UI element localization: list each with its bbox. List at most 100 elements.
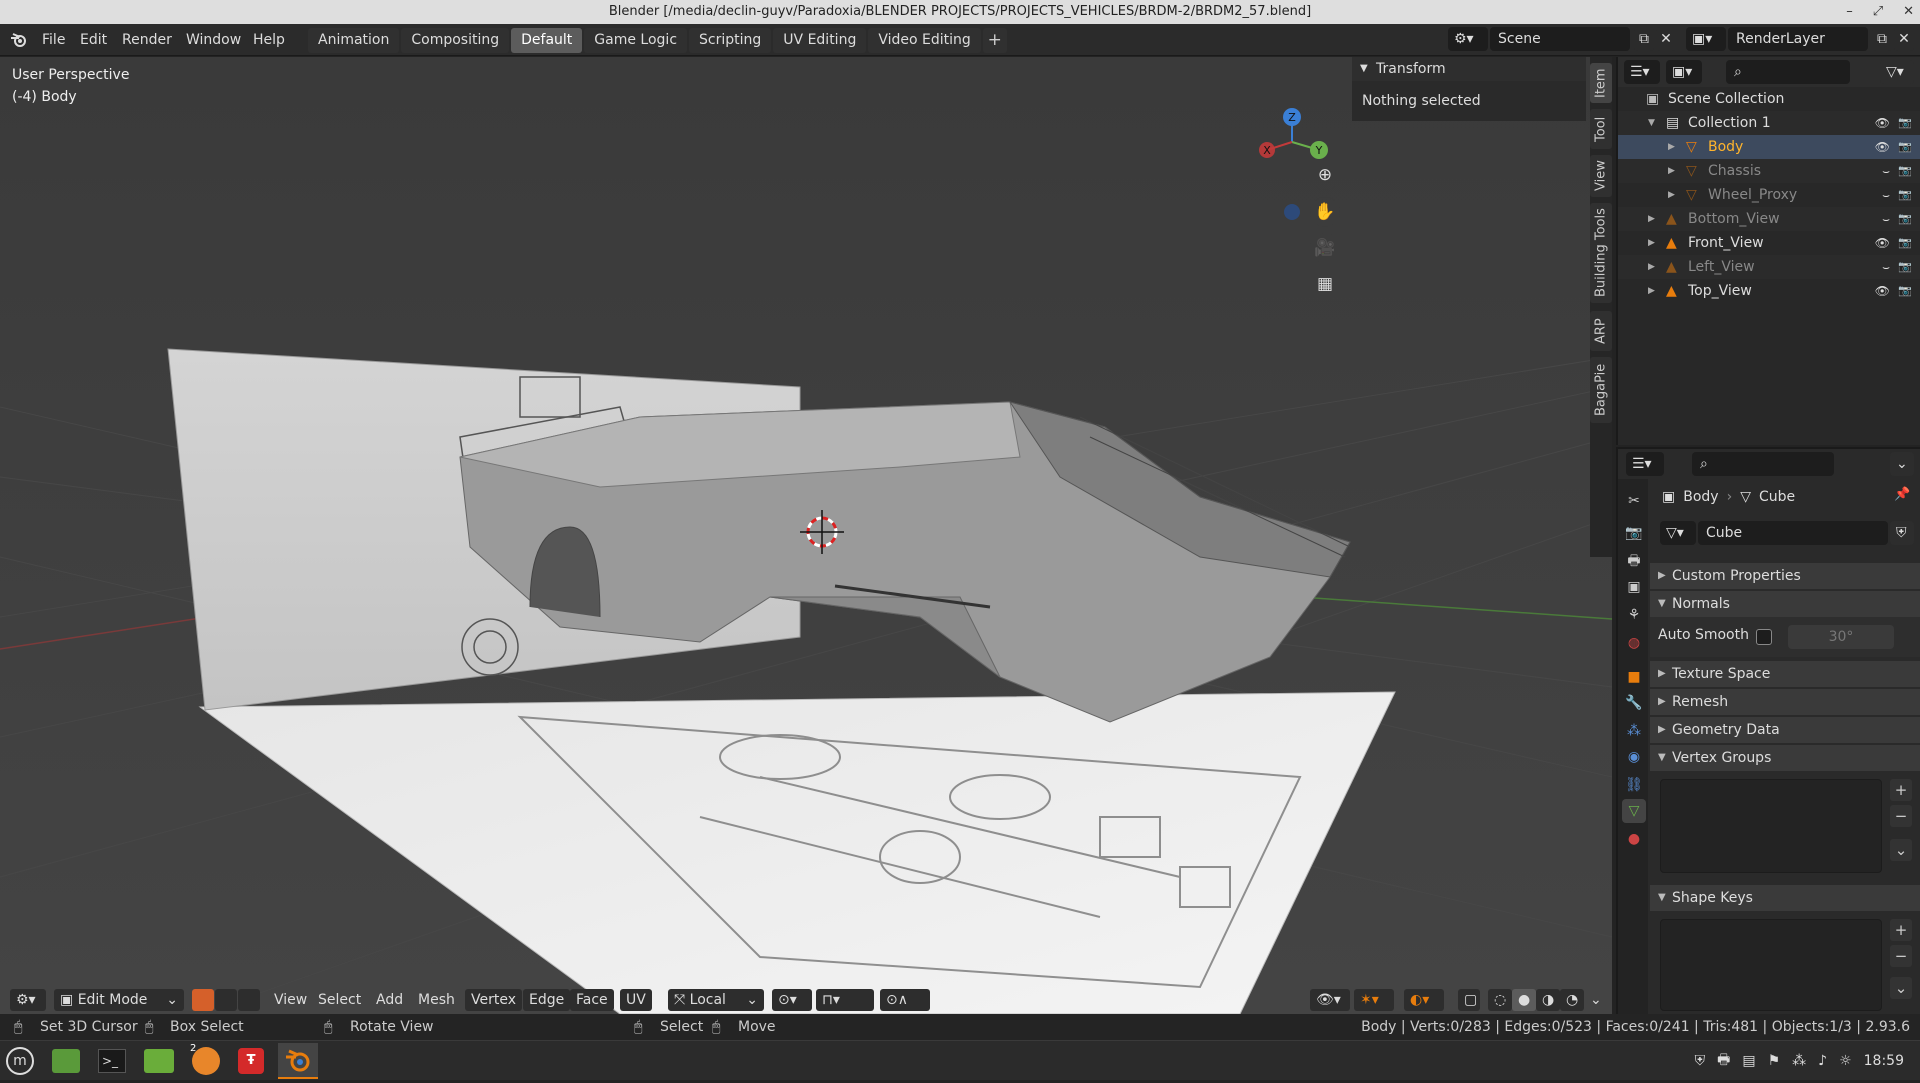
section-shape-keys[interactable]: ▼ Shape Keys: [1650, 885, 1920, 911]
header-menu-uv[interactable]: UV: [620, 989, 652, 1011]
tab-building-tools[interactable]: Building Tools: [1590, 203, 1612, 303]
outliner-row[interactable]: ▶ ▽ Wheel_Proxy ⌣ 📷: [1618, 183, 1920, 207]
wireframe-shading-icon[interactable]: ◌: [1488, 989, 1512, 1011]
eye-icon[interactable]: 👁: [1875, 111, 1890, 135]
outliner-search-input[interactable]: ⌕: [1726, 60, 1850, 84]
desktop-icon[interactable]: [52, 1049, 80, 1073]
add-vertex-group-button[interactable]: +: [1890, 779, 1912, 801]
rendered-shading-icon[interactable]: ◔: [1560, 989, 1584, 1011]
particles-tab-icon[interactable]: ⁂: [1622, 719, 1646, 743]
clock[interactable]: 18:59: [1864, 1053, 1904, 1069]
expand-arrow-icon[interactable]: ▶: [1648, 207, 1655, 231]
outliner-editor-type-icon[interactable]: ☰▾: [1624, 60, 1660, 84]
outliner-row[interactable]: ▶ ▽ Body 👁 📷: [1618, 135, 1920, 159]
renderlayer-name-field[interactable]: RenderLayer: [1728, 27, 1868, 51]
expand-arrow-icon[interactable]: ▶: [1648, 231, 1655, 255]
render-camera-icon[interactable]: 📷: [1898, 255, 1912, 279]
tool-tab-icon[interactable]: ✂: [1622, 489, 1646, 513]
pivot-icon[interactable]: ⊙▾: [772, 989, 812, 1011]
header-menu-select[interactable]: Select: [312, 989, 367, 1011]
editor-type-icon[interactable]: ⚙▾: [10, 989, 46, 1011]
renderlayer-close-icon[interactable]: ✕: [1894, 27, 1914, 51]
camera-icon[interactable]: 🎥: [1310, 233, 1340, 263]
add-shape-key-button[interactable]: +: [1890, 919, 1912, 941]
properties-editor-type-icon[interactable]: ☰▾: [1626, 452, 1664, 476]
section-normals[interactable]: ▼ Normals: [1650, 591, 1920, 617]
renderlayer-browse-icon[interactable]: ▣▾: [1686, 27, 1726, 51]
expand-arrow-icon[interactable]: ▼: [1648, 111, 1655, 135]
expand-arrow-icon[interactable]: ▶: [1648, 255, 1655, 279]
material-tab-icon[interactable]: ●: [1622, 827, 1646, 851]
header-menu-mesh[interactable]: Mesh: [412, 989, 461, 1011]
visibility-icon[interactable]: 👁▾: [1310, 989, 1350, 1011]
menu-launcher-icon[interactable]: m: [6, 1047, 34, 1075]
tab-uv-editing[interactable]: UV Editing: [773, 28, 867, 53]
datablock-browse-icon[interactable]: ▽▾: [1660, 521, 1696, 545]
section-remesh[interactable]: ▶ Remesh: [1650, 689, 1920, 715]
tab-bagapie[interactable]: BagaPie: [1590, 357, 1612, 423]
file-manager-icon[interactable]: [144, 1049, 174, 1073]
expand-arrow-icon[interactable]: ▶: [1668, 183, 1675, 207]
pan-hand-icon[interactable]: ✋: [1310, 197, 1340, 227]
scene-name-field[interactable]: Scene: [1490, 27, 1630, 51]
gizmo-toggle-icon[interactable]: ✶▾: [1354, 989, 1394, 1011]
view-layer-tab-icon[interactable]: ▣: [1622, 575, 1646, 599]
render-camera-icon[interactable]: 📷: [1898, 183, 1912, 207]
network-icon[interactable]: ⁂: [1792, 1053, 1806, 1069]
outliner-row[interactable]: ▶ ▲ Top_View 👁 📷: [1618, 279, 1920, 303]
face-select-icon[interactable]: [238, 989, 260, 1011]
volume-icon[interactable]: ♪: [1818, 1053, 1827, 1069]
eye-icon[interactable]: 👁: [1875, 279, 1890, 303]
snap-icon[interactable]: ⊓▾: [816, 989, 874, 1011]
header-menu-view[interactable]: View: [268, 989, 313, 1011]
physics-tab-icon[interactable]: ◉: [1622, 745, 1646, 769]
properties-search-input[interactable]: ⌕: [1692, 452, 1834, 476]
add-workspace-button[interactable]: +: [982, 28, 1007, 53]
render-camera-icon[interactable]: 📷: [1898, 231, 1912, 255]
render-camera-icon[interactable]: 📷: [1898, 279, 1912, 303]
solid-shading-icon[interactable]: ●: [1512, 989, 1536, 1011]
flag-icon[interactable]: ⚑: [1768, 1053, 1781, 1069]
auto-smooth-angle-field[interactable]: 30°: [1788, 625, 1894, 649]
datablock-name-field[interactable]: Cube: [1698, 521, 1888, 545]
output-tab-icon[interactable]: 🖶: [1622, 549, 1646, 573]
expand-arrow-icon[interactable]: ▶: [1648, 279, 1655, 303]
tab-compositing[interactable]: Compositing: [401, 28, 510, 53]
header-menu-face[interactable]: Face: [570, 989, 614, 1011]
tab-view[interactable]: View: [1590, 155, 1612, 197]
terminal-icon[interactable]: >_: [98, 1049, 126, 1073]
renderlayer-copy-icon[interactable]: ⧉: [1872, 27, 1892, 51]
vertex-groups-list[interactable]: [1660, 779, 1882, 873]
scene-tab-icon[interactable]: ⚘: [1622, 603, 1646, 627]
hidden-eye-icon[interactable]: ⌣: [1882, 207, 1890, 231]
blender-taskbar-icon[interactable]: [278, 1043, 318, 1079]
printer-icon[interactable]: 🖶: [1717, 1049, 1730, 1073]
mode-select[interactable]: ▣ Edit Mode ⌄: [54, 989, 184, 1011]
brightness-icon[interactable]: ☼: [1839, 1053, 1852, 1069]
eye-icon[interactable]: 👁: [1875, 231, 1890, 255]
shading-options-icon[interactable]: ⌄: [1584, 989, 1604, 1011]
section-vertex-groups[interactable]: ▼ Vertex Groups: [1650, 745, 1920, 771]
properties-options-icon[interactable]: ⌄: [1890, 452, 1914, 476]
render-camera-icon[interactable]: 📷: [1898, 207, 1912, 231]
outliner-row[interactable]: ▶ ▽ Chassis ⌣ 📷: [1618, 159, 1920, 183]
header-menu-edge[interactable]: Edge: [523, 989, 571, 1011]
hidden-eye-icon[interactable]: ⌣: [1882, 183, 1890, 207]
scene-browse-icon[interactable]: ⚙▾: [1448, 27, 1488, 51]
object-tab-icon[interactable]: ■: [1622, 665, 1646, 689]
minimize-icon[interactable]: –: [1846, 0, 1853, 24]
app-icon[interactable]: Ŧ: [238, 1048, 264, 1074]
header-menu-vertex[interactable]: Vertex: [465, 989, 523, 1011]
section-geometry-data[interactable]: ▶ Geometry Data: [1650, 717, 1920, 743]
transform-orientation-select[interactable]: ⤧ Local ⌄: [668, 989, 764, 1011]
hidden-eye-icon[interactable]: ⌣: [1882, 255, 1890, 279]
menu-edit[interactable]: Edit: [80, 24, 107, 56]
outliner-row[interactable]: ▶ ▲ Front_View 👁 📷: [1618, 231, 1920, 255]
tab-default[interactable]: Default: [511, 28, 583, 53]
transform-panel-header[interactable]: ▼ Transform: [1352, 57, 1586, 81]
shape-key-specials-icon[interactable]: ⌄: [1890, 977, 1912, 999]
menu-file[interactable]: File: [42, 24, 65, 56]
tab-game-logic[interactable]: Game Logic: [584, 28, 688, 53]
render-camera-icon[interactable]: 📷: [1898, 135, 1912, 159]
maximize-icon[interactable]: ⤢: [1873, 0, 1883, 24]
